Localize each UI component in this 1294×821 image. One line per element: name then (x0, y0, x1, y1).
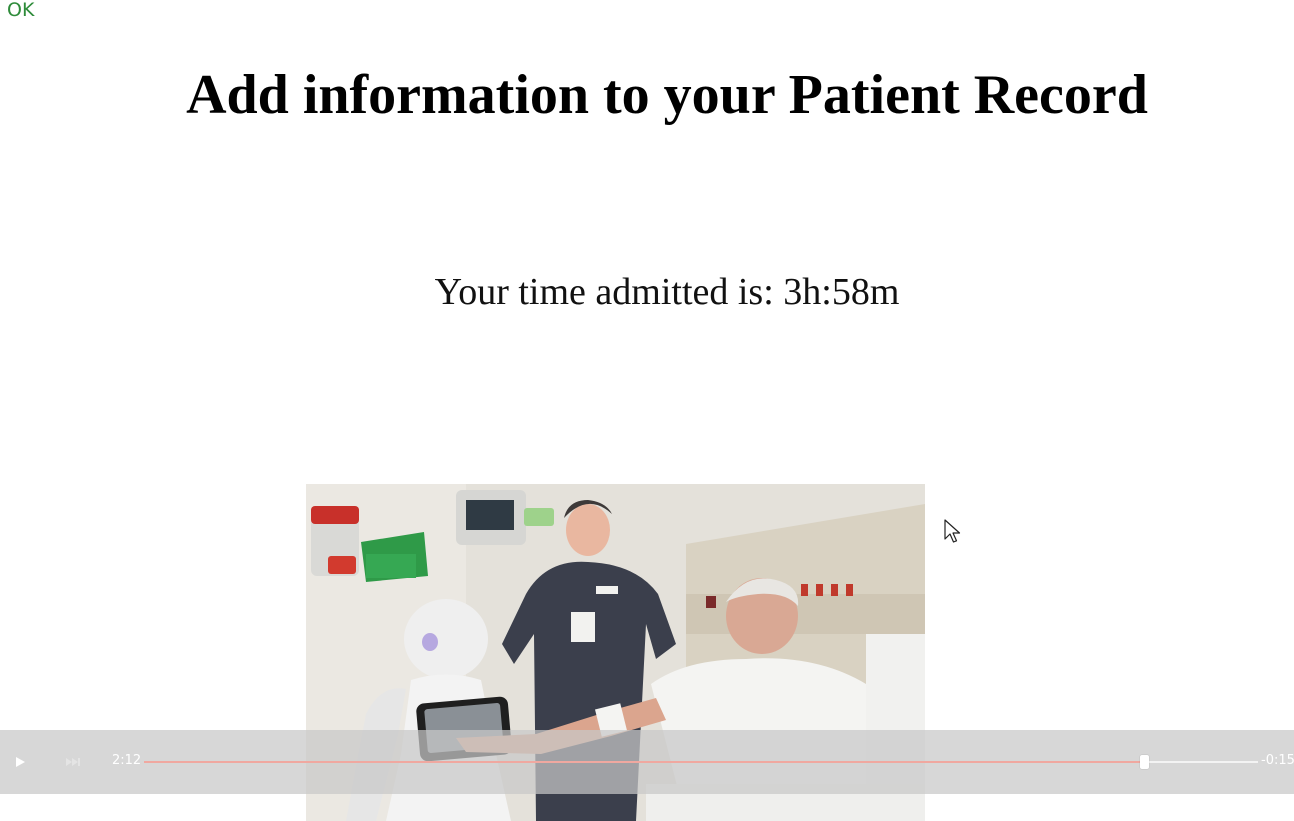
skip-next-icon[interactable] (64, 752, 84, 772)
admitted-label: Your time admitted is: (434, 271, 774, 313)
ok-link[interactable]: OK (7, 0, 34, 21)
seek-thumb[interactable] (1140, 755, 1149, 769)
mouse-cursor-icon (944, 519, 961, 543)
admitted-value: 3h:58m (783, 271, 900, 313)
admitted-time: Your time admitted is: 3h:58m (0, 270, 1294, 314)
seek-played (144, 761, 1144, 763)
time-remaining: -0:15 (1261, 753, 1294, 768)
seek-bar[interactable] (144, 755, 1258, 769)
time-elapsed: 2:12 (112, 753, 142, 768)
page-title: Add information to your Patient Record (186, 64, 1148, 126)
play-icon[interactable] (10, 752, 30, 772)
video-control-bar: 2:12 -0:15 (0, 730, 1294, 794)
